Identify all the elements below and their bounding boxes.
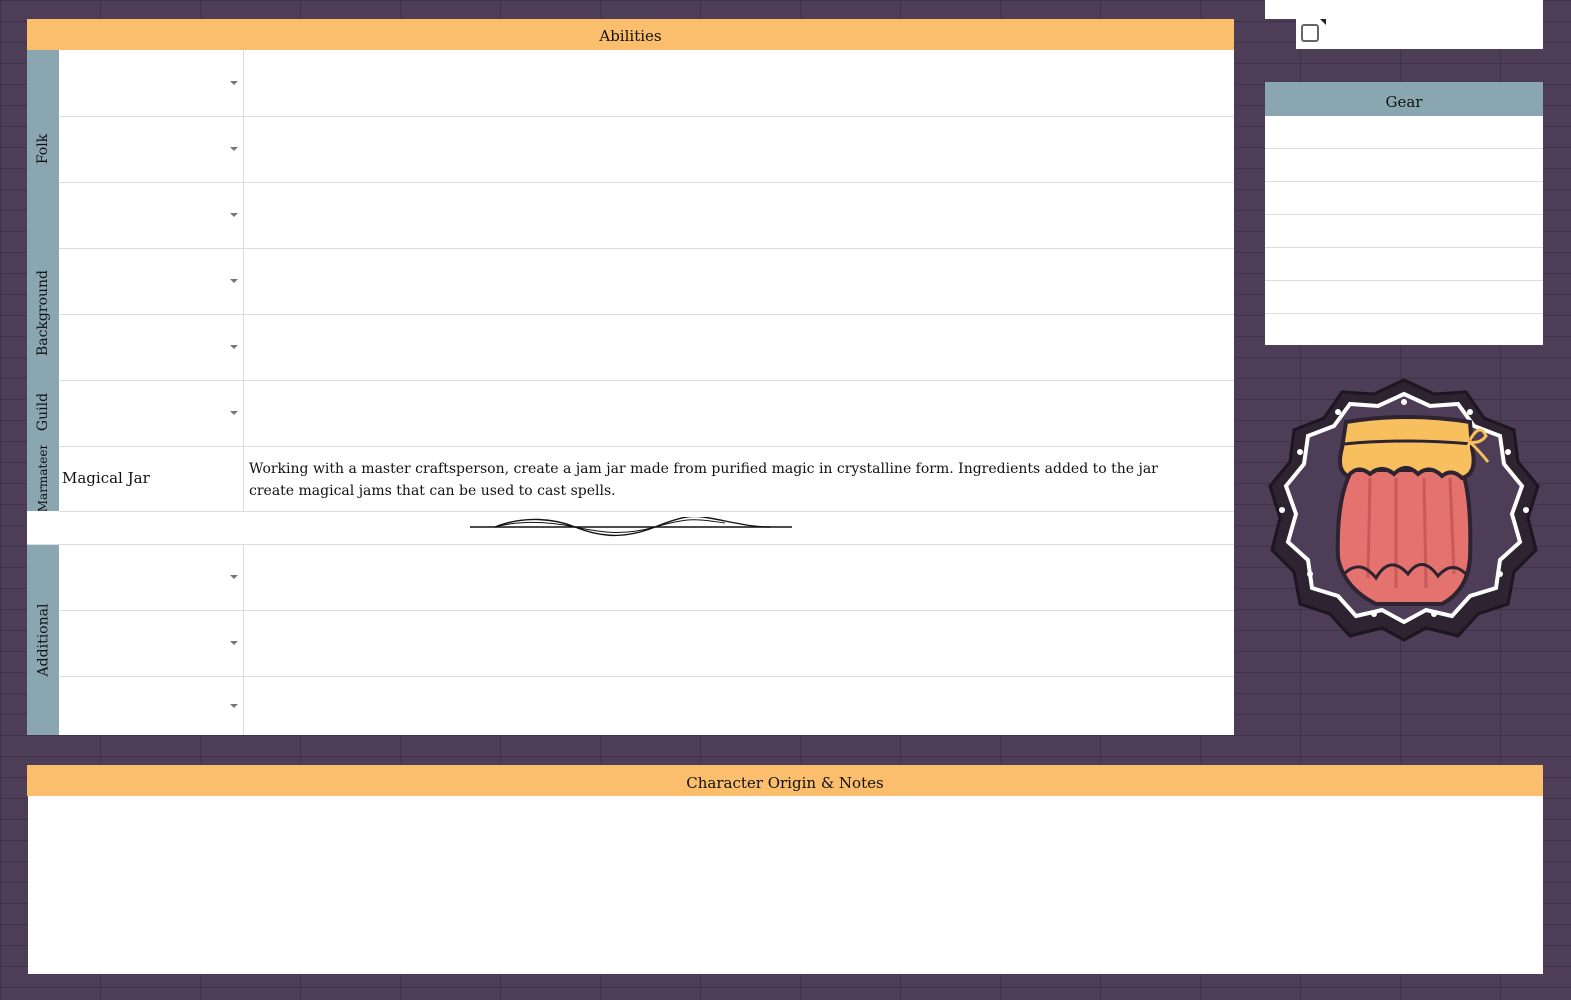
group-label-additional: Additional: [27, 544, 59, 735]
notes-header: Character Origin & Notes: [27, 765, 1543, 796]
ability-description[interactable]: [245, 610, 1234, 676]
gear-item[interactable]: [1265, 281, 1543, 314]
abilities-title: Abilities: [599, 27, 662, 45]
ability-row: [59, 380, 1234, 447]
note-marker-icon: [1320, 19, 1326, 25]
ability-description[interactable]: [245, 544, 1234, 610]
ability-row: [59, 314, 1234, 381]
dropdown-arrow-icon[interactable]: [230, 81, 238, 85]
ability-description[interactable]: Working with a master craftsperson, crea…: [245, 445, 1234, 511]
dropdown-arrow-icon[interactable]: [230, 411, 238, 415]
ability-description[interactable]: [245, 380, 1234, 446]
jam-jar-emblem-icon: [1268, 378, 1540, 642]
checkbox-cell[interactable]: [1296, 19, 1326, 49]
top-right-cell-2: [1326, 19, 1543, 49]
group-label-marmateer-text: Marmateer: [36, 445, 51, 511]
ability-row: [59, 544, 1234, 611]
dropdown-arrow-icon[interactable]: [230, 641, 238, 645]
dropdown-arrow-icon[interactable]: [230, 213, 238, 217]
dropdown-arrow-icon[interactable]: [230, 345, 238, 349]
abilities-table: Folk Background Guild Marmateer Addition…: [27, 50, 1234, 735]
gear-item[interactable]: [1265, 248, 1543, 281]
ability-description[interactable]: [245, 676, 1234, 735]
ability-name-cell[interactable]: Magical Jar: [59, 445, 244, 511]
dropdown-arrow-icon[interactable]: [230, 147, 238, 151]
gear-item[interactable]: [1265, 149, 1543, 182]
ability-description[interactable]: [245, 248, 1234, 314]
notes-title: Character Origin & Notes: [686, 774, 884, 792]
ability-row: [59, 116, 1234, 183]
gear-list: [1265, 116, 1543, 345]
ability-description[interactable]: [245, 116, 1234, 182]
gear-title: Gear: [1385, 93, 1423, 111]
ability-description[interactable]: [245, 182, 1234, 248]
divider-row: [27, 511, 1234, 545]
ability-name-cell[interactable]: [59, 676, 244, 735]
ability-row: [59, 610, 1234, 677]
ability-name-cell[interactable]: [59, 248, 244, 314]
ability-description[interactable]: [245, 314, 1234, 380]
checkbox-icon[interactable]: [1301, 24, 1319, 42]
gear-item[interactable]: [1265, 182, 1543, 215]
ability-name-cell[interactable]: [59, 116, 244, 182]
ability-name-cell[interactable]: [59, 380, 244, 446]
ability-name-cell[interactable]: [59, 50, 244, 116]
group-label-folk-text: Folk: [35, 133, 51, 164]
ability-name: Magical Jar: [62, 469, 150, 487]
ability-row: Magical Jar Working with a master crafts…: [59, 445, 1234, 512]
abilities-header: Abilities: [27, 19, 1234, 50]
gear-item[interactable]: [1265, 116, 1543, 149]
ability-name-cell[interactable]: [59, 182, 244, 248]
ability-description[interactable]: [245, 50, 1234, 116]
ability-name-cell[interactable]: [59, 314, 244, 380]
flourish-divider-icon: [470, 517, 792, 537]
group-label-marmateer: Marmateer: [27, 445, 59, 511]
ability-name-cell[interactable]: [59, 610, 244, 676]
dropdown-arrow-icon[interactable]: [230, 575, 238, 579]
group-label-background: Background: [27, 247, 59, 379]
group-label-folk: Folk: [27, 50, 59, 247]
ability-row: [59, 248, 1234, 315]
group-label-background-text: Background: [35, 269, 52, 357]
group-label-additional-text: Additional: [35, 603, 52, 676]
ability-row: [59, 676, 1234, 735]
gear-item[interactable]: [1265, 215, 1543, 248]
gear-item[interactable]: [1265, 314, 1543, 347]
notes-area[interactable]: [28, 796, 1543, 974]
dropdown-arrow-icon[interactable]: [230, 279, 238, 283]
gear-header: Gear: [1265, 82, 1543, 116]
dropdown-arrow-icon[interactable]: [230, 703, 238, 708]
group-label-guild: Guild: [27, 379, 59, 445]
top-right-cell: [1265, 0, 1543, 19]
ability-row: [59, 50, 1234, 117]
group-label-guild-text: Guild: [35, 392, 51, 432]
ability-row: [59, 182, 1234, 249]
ability-name-cell[interactable]: [59, 544, 244, 610]
